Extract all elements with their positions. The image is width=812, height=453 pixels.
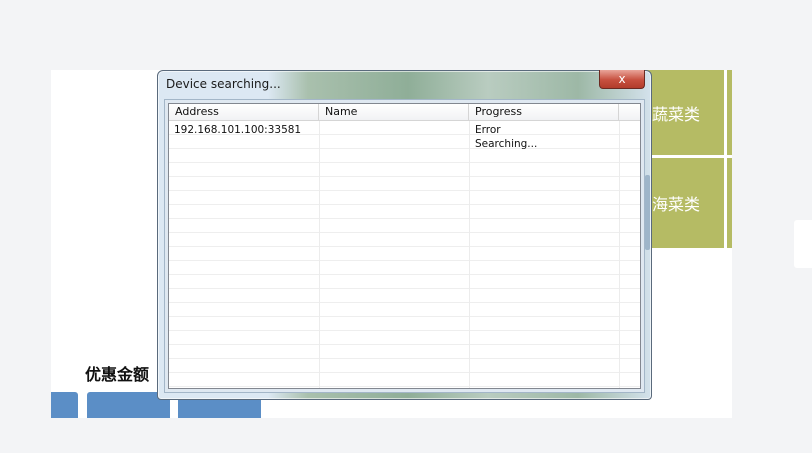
cell-progress: Searching... — [475, 138, 538, 150]
close-icon: x — [618, 72, 626, 86]
cell-progress: Error — [475, 124, 501, 136]
category-tile-label: 蔬菜类 — [652, 104, 701, 124]
category-tile-seaweed[interactable]: 海菜类 — [644, 158, 724, 248]
column-header-address[interactable]: Address — [169, 104, 319, 120]
column-header-progress[interactable]: Progress — [469, 104, 619, 120]
column-divider — [469, 121, 470, 388]
column-header-name[interactable]: Name — [319, 104, 469, 120]
column-divider — [619, 121, 620, 388]
category-tile-vegetables[interactable]: 蔬菜类 — [644, 70, 724, 155]
action-button[interactable] — [51, 392, 78, 418]
column-divider — [319, 121, 320, 388]
close-button[interactable]: x — [599, 70, 645, 89]
device-list[interactable]: Address Name Progress 192.168.101.100:33… — [168, 103, 641, 389]
side-panel-handle[interactable] — [794, 220, 812, 268]
device-search-dialog: Device searching... x Address Name Progr… — [157, 70, 652, 400]
dialog-title: Device searching... — [166, 77, 281, 91]
background-scrollbar-thumb[interactable] — [645, 175, 650, 250]
category-tile-label: 海菜类 — [652, 195, 701, 214]
column-header-empty[interactable] — [619, 104, 640, 120]
cell-address: 192.168.101.100:33581 — [174, 124, 302, 136]
discount-amount-label: 优惠金额 — [85, 365, 150, 384]
category-tile-edge[interactable] — [727, 70, 732, 155]
dialog-body: Address Name Progress 192.168.101.100:33… — [164, 99, 645, 393]
category-tile-edge[interactable] — [727, 158, 732, 248]
list-rows — [169, 121, 640, 388]
list-header: Address Name Progress — [169, 104, 640, 121]
